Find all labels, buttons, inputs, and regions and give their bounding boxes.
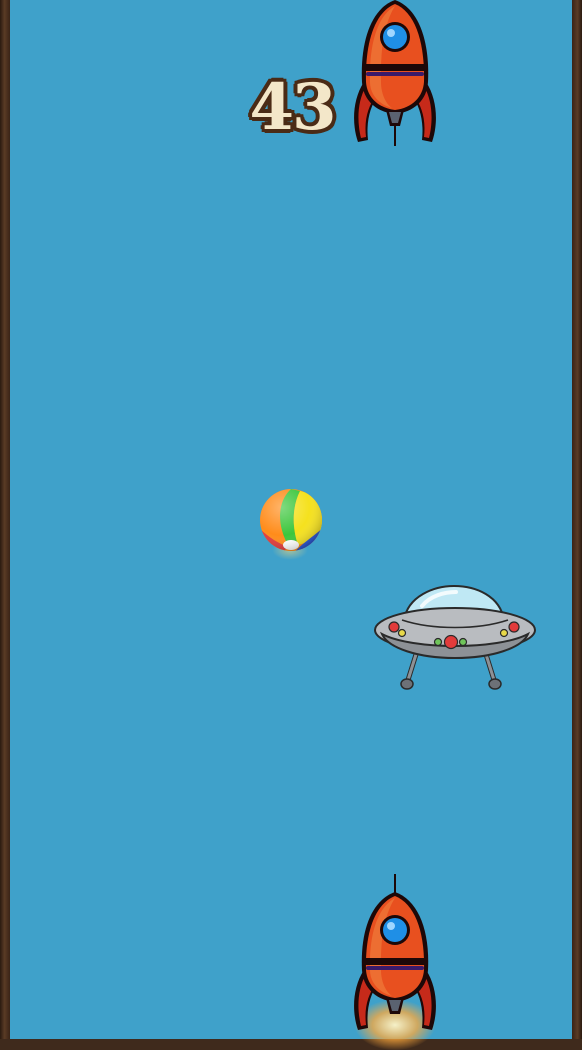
left-wall	[0, 0, 10, 1039]
beach-ball[interactable]	[258, 487, 324, 553]
game-area[interactable]: 43	[0, 0, 582, 1050]
player-rocket[interactable]	[350, 870, 440, 1030]
right-wall	[572, 0, 582, 1039]
ufo-obstacle	[374, 584, 536, 690]
score-counter: 43	[249, 70, 336, 145]
rocket-obstacle-top	[354, 0, 436, 146]
